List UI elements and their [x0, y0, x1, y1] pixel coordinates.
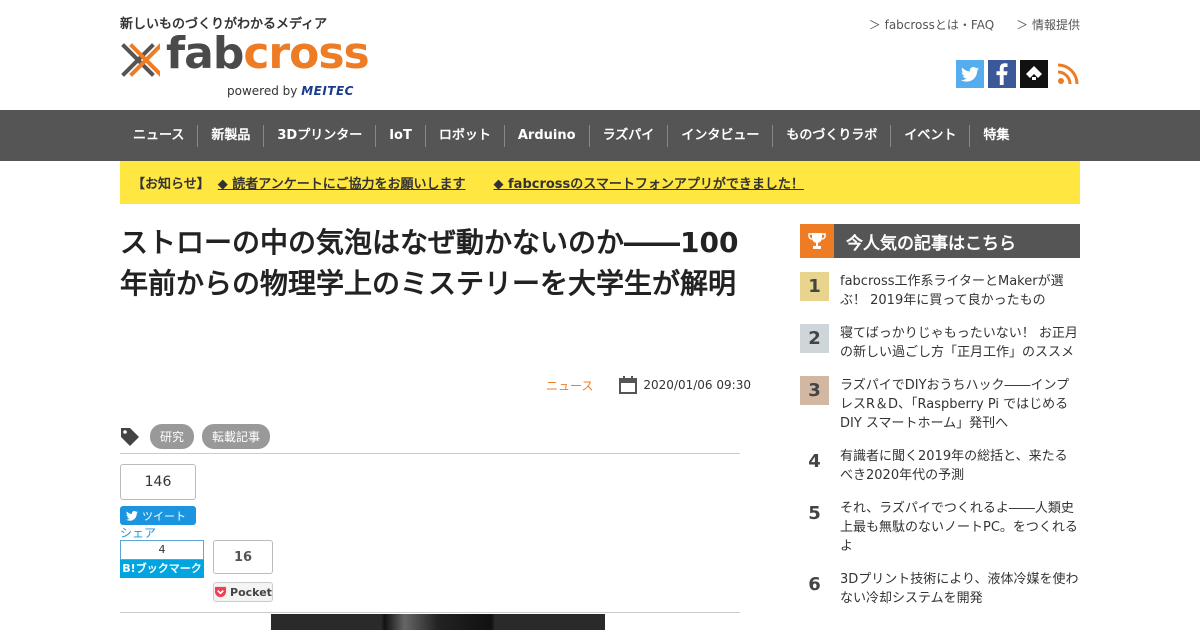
article-hero-image [271, 614, 605, 630]
ranking-item-title[interactable]: それ、ラズパイでつくれるよ――人類史上最も無駄のないノートPC。をつくれるよ [840, 499, 1080, 556]
hatena-count: 4 [120, 540, 204, 560]
rank-number: 3 [800, 376, 829, 405]
nav-item-news[interactable]: ニュース [120, 125, 197, 147]
about-faq-link[interactable]: fabcrossとは・FAQ [869, 16, 995, 33]
ranking-item[interactable]: 1 fabcross工作系ライターとMakerが選ぶ！ 2019年に買って良かっ… [800, 272, 1080, 310]
ranking-item[interactable]: 4 有識者に聞く2019年の総括と、来たるべき2020年代の予測 [800, 447, 1080, 485]
article-meta: ニュース 2020/01/06 09:30 [546, 376, 751, 394]
notice-label: 【お知らせ】 [132, 177, 210, 192]
page: 新しいものづくりがわかるメディア fabcross powered by MEI… [0, 0, 1200, 630]
rank-number: 6 [808, 574, 821, 595]
tag-reprint[interactable]: 転載記事 [202, 424, 271, 449]
nav-item-raspi[interactable]: ラズパイ [588, 124, 668, 147]
main-nav: ニュース 新製品 3Dプリンター IoT ロボット Arduino ラズパイ イ… [0, 110, 1200, 161]
calendar-icon [619, 376, 638, 394]
ranking-item-title[interactable]: fabcross工作系ライターとMakerが選ぶ！ 2019年に買って良かったも… [840, 272, 1080, 310]
ranking-header: 今人気の記事はこちら [800, 224, 1080, 258]
logo-powered-by: powered by MEITEC [227, 84, 354, 98]
rank-number: 4 [808, 451, 821, 472]
pocket-count: 16 [213, 540, 273, 574]
ranking-item-title[interactable]: 3Dプリント技術により、液体冷媒を使わない冷却システムを開発 [840, 570, 1080, 608]
article-date: 2020/01/06 09:30 [643, 378, 751, 392]
hatena-bookmark-button[interactable]: B!ブックマーク [120, 560, 204, 578]
tweet-button[interactable]: ツイート [120, 506, 196, 525]
ranking-item[interactable]: 6 3Dプリント技術により、液体冷媒を使わない冷却システムを開発 [800, 570, 1080, 608]
nav-item-interview[interactable]: インタビュー [667, 124, 772, 147]
tag-research[interactable]: 研究 [150, 424, 195, 449]
nav-item-new-products[interactable]: 新製品 [197, 124, 263, 147]
ranking-item[interactable]: 2 寝てばっかりじゃもったいない！ お正月の新しい過ごし方「正月工作」のススメ [800, 324, 1080, 362]
notice-link-app[interactable]: ◆ fabcrossのスマートフォンアプリができました！ [494, 173, 804, 192]
feedly-icon[interactable] [1020, 60, 1048, 88]
ranking-item-title[interactable]: 寝てばっかりじゃもったいない！ お正月の新しい過ごし方「正月工作」のススメ [840, 324, 1080, 362]
nav-item-iot[interactable]: IoT [375, 124, 425, 147]
rank-number: 1 [800, 272, 829, 301]
facebook-share-link[interactable]: シェア [120, 524, 156, 541]
twitter-icon [126, 510, 138, 521]
divider [120, 453, 740, 454]
tag-icon [121, 427, 139, 446]
notice-bar: 【お知らせ】 ◆ 読者アンケートにご協力をお願いします ◆ fabcrossのス… [120, 161, 1080, 204]
article-category[interactable]: ニュース [546, 377, 593, 394]
social-links [956, 60, 1080, 88]
ranking-list: 1 fabcross工作系ライターとMakerが選ぶ！ 2019年に買って良かっ… [800, 272, 1080, 622]
logo-cross-icon [121, 43, 160, 77]
pocket-icon [215, 586, 227, 598]
logo-wordmark: fabcross [166, 28, 370, 79]
ranking-item-title[interactable]: 有識者に聞く2019年の総括と、来たるべき2020年代の予測 [840, 447, 1080, 485]
hatena-bookmark-widget[interactable]: 4 B!ブックマーク [120, 540, 204, 578]
nav-item-robot[interactable]: ロボット [424, 124, 504, 147]
trophy-icon [800, 224, 834, 258]
divider [120, 612, 740, 613]
nav-item-feature[interactable]: 特集 [969, 124, 1022, 147]
notice-link-survey[interactable]: ◆ 読者アンケートにご協力をお願いします [218, 173, 466, 192]
site-logo[interactable]: fabcross powered by MEITEC [120, 32, 370, 100]
nav-item-3d-printer[interactable]: 3Dプリンター [263, 124, 375, 147]
ranking-item[interactable]: 3 ラズパイでDIYおうちハック――インプレスR＆D、「Raspberry Pi… [800, 376, 1080, 433]
nav-item-arduino[interactable]: Arduino [503, 124, 589, 147]
ranking-item-title[interactable]: ラズパイでDIYおうちハック――インプレスR＆D、「Raspberry Pi で… [840, 376, 1080, 433]
rank-number: 5 [808, 503, 821, 524]
nav-item-event[interactable]: イベント [890, 124, 969, 147]
twitter-icon[interactable] [956, 60, 984, 88]
top-links: fabcrossとは・FAQ 情報提供 [869, 16, 1080, 33]
info-submit-link[interactable]: 情報提供 [1016, 16, 1080, 33]
article-tags: 研究 転載記事 [120, 424, 278, 449]
ranking-item[interactable]: 5 それ、ラズパイでつくれるよ――人類史上最も無駄のないノートPC。をつくれるよ [800, 499, 1080, 556]
pocket-button[interactable]: Pocket [213, 582, 273, 602]
rank-number: 2 [800, 324, 829, 353]
rss-icon[interactable] [1056, 60, 1080, 88]
article-title: ストローの中の気泡はなぜ動かないのか――100年前からの物理学上のミステリーを大… [120, 226, 739, 300]
nav-item-lab[interactable]: ものづくりラボ [772, 124, 890, 147]
facebook-icon[interactable] [988, 60, 1016, 88]
ranking-title: 今人気の記事はこちら [846, 233, 1016, 254]
tweet-count: 146 [120, 464, 196, 500]
